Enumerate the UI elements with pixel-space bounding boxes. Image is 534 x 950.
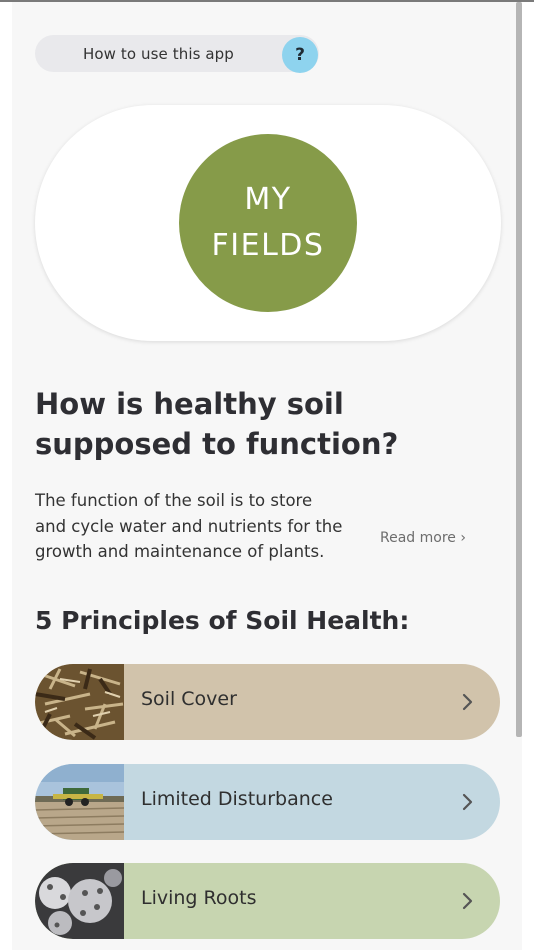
read-more-link[interactable]: Read more ›	[380, 530, 466, 546]
chevron-right-icon	[462, 693, 473, 711]
principle-soil-cover[interactable]: Soil Cover	[35, 664, 500, 740]
scrollbar[interactable]	[516, 2, 522, 737]
chevron-right-icon	[462, 793, 473, 811]
help-question-icon[interactable]: ?	[282, 37, 318, 73]
principle-limited-disturbance[interactable]: Limited Disturbance	[35, 764, 500, 840]
field-planter-photo-icon	[35, 764, 124, 840]
my-fields-button[interactable]: MY FIELDS	[179, 134, 357, 312]
mulch-photo-icon	[35, 664, 124, 740]
my-fields-line2: FIELDS	[211, 228, 325, 263]
principles-heading: 5 Principles of Soil Health:	[35, 606, 410, 635]
my-fields-line1: MY	[244, 182, 292, 217]
principle-label: Living Roots	[141, 887, 257, 909]
principle-living-roots[interactable]: Living Roots	[35, 863, 500, 939]
chevron-right-icon	[462, 892, 473, 910]
principle-label: Soil Cover	[141, 688, 237, 710]
frosted-plant-photo-icon	[35, 863, 124, 939]
soil-function-heading: How is healthy soil supposed to function…	[35, 387, 399, 461]
how-to-use-label: How to use this app	[83, 45, 234, 63]
app-screen: How to use this app ? MY FIELDS How is h…	[12, 2, 522, 950]
principle-label: Limited Disturbance	[141, 788, 333, 810]
soil-function-description: The function of the soil is to store and…	[35, 491, 343, 561]
how-to-use-button[interactable]: How to use this app	[35, 35, 319, 72]
